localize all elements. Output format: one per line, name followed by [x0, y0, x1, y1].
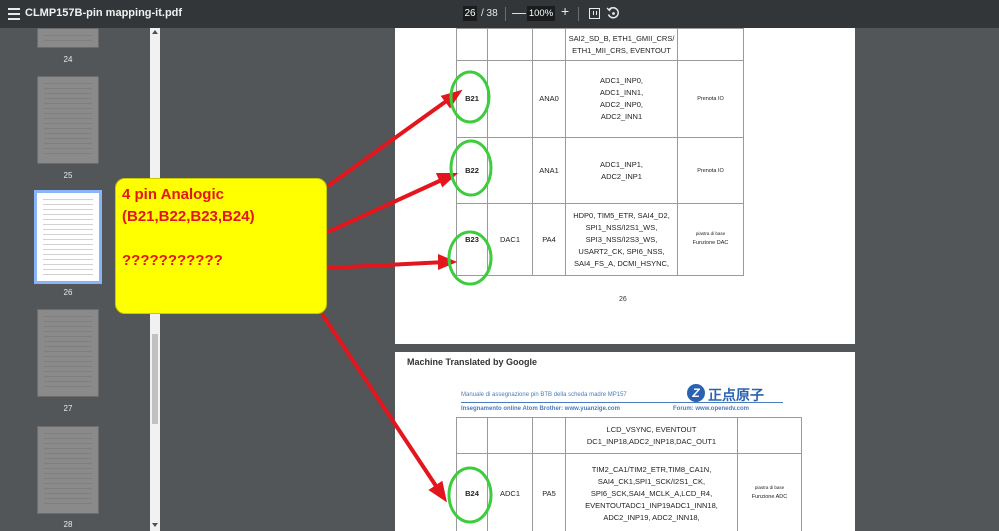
- note-cell: Prenota IO: [677, 60, 744, 138]
- signal-cell: [487, 28, 533, 61]
- note-cell: piastra di base Funzione ADC: [737, 453, 802, 531]
- port-cell: PA5: [532, 453, 566, 531]
- page-thumbnail-28[interactable]: [37, 426, 99, 514]
- note-cell: [677, 28, 744, 61]
- annotation-callout: 4 pin Analogic (B21,B22,B23,B24) ???????…: [115, 178, 327, 314]
- functions-cell: ADC1_INP0, ADC1_INN1, ADC2_INP0, ADC2_IN…: [565, 60, 678, 138]
- table-row: B24 ADC1 PA5 TIM2_CA1/TIM2_ETR,TIM8_CA1N…: [456, 453, 802, 531]
- functions-cell: SAI2_SD_B, ETH1_GMII_CRS/ ETH1_MII_CRS, …: [565, 28, 678, 61]
- functions-cell: ADC1_INP1, ADC2_INP1: [565, 137, 678, 204]
- scroll-up-arrow-icon[interactable]: [152, 30, 158, 34]
- fit-to-page-icon[interactable]: [589, 8, 600, 19]
- pin-cell: B23: [456, 203, 488, 276]
- page-thumbnail-26[interactable]: [34, 190, 102, 284]
- note-cell: [737, 417, 802, 454]
- zoom-level-input[interactable]: 100%: [527, 6, 555, 21]
- header-forum: Forum: www.openedv.com: [673, 406, 750, 412]
- functions-cell: TIM2_CA1/TIM2_ETR,TIM8_CA1N, SAI4_CK1,SP…: [565, 453, 738, 531]
- port-cell: [532, 28, 566, 61]
- signal-cell: [487, 417, 533, 454]
- port-cell: [532, 417, 566, 454]
- table-row: SAI2_SD_B, ETH1_GMII_CRS/ ETH1_MII_CRS, …: [456, 28, 744, 61]
- thumbnail-page-number: 24: [63, 55, 73, 64]
- header-manual-title: Manuale di assegnazione pin BTB della sc…: [461, 392, 627, 398]
- functions-cell: HDP0, TIM5_ETR, SAI4_D2, SPI1_NSS/I2S1_W…: [565, 203, 678, 276]
- functions-cell: LCD_VSYNC, EVENTOUT DC1_INP18,ADC2_INP18…: [565, 417, 738, 454]
- page-thumbnail-27[interactable]: [37, 309, 99, 397]
- rotate-icon[interactable]: [606, 6, 620, 20]
- total-pages-label: / 38: [481, 8, 498, 19]
- table-row: B23 DAC1 PA4 HDP0, TIM5_ETR, SAI4_D2, SP…: [456, 203, 744, 276]
- note-cell: piastra di base Funzione DAC: [677, 203, 744, 276]
- port-cell: ANA1: [532, 137, 566, 204]
- document-title: CLMP157B-pin mapping-it.pdf: [25, 7, 183, 19]
- pin-cell: [456, 417, 488, 454]
- brand-logo-icon: Z: [687, 384, 705, 402]
- signal-cell: [487, 60, 533, 138]
- page-thumbnail-25[interactable]: [37, 76, 99, 164]
- port-cell: PA4: [532, 203, 566, 276]
- hamburger-menu-icon[interactable]: [8, 8, 20, 20]
- toolbar-divider: [505, 7, 506, 21]
- pdf-page-26: SAI2_SD_B, ETH1_GMII_CRS/ ETH1_MII_CRS, …: [395, 28, 855, 344]
- table-row: LCD_VSYNC, EVENTOUT DC1_INP18,ADC2_INP18…: [456, 417, 802, 454]
- thumbnail-page-number: 28: [63, 520, 73, 529]
- scroll-down-arrow-icon[interactable]: [152, 523, 158, 527]
- viewer-toolbar: CLMP157B-pin mapping-it.pdf 26 / 38 — 10…: [0, 0, 999, 28]
- note-cell: Prenota IO: [677, 137, 744, 204]
- pin-mapping-table: SAI2_SD_B, ETH1_GMII_CRS/ ETH1_MII_CRS, …: [456, 28, 744, 276]
- callout-line-1: 4 pin Analogic: [122, 186, 224, 203]
- thumbnail-page-number: 27: [63, 404, 73, 413]
- scrollbar-thumb[interactable]: [152, 334, 158, 424]
- pin-cell: [456, 28, 488, 61]
- port-cell: ANA0: [532, 60, 566, 138]
- page-number: 26: [619, 296, 627, 303]
- pin-mapping-table: LCD_VSYNC, EVENTOUT DC1_INP18,ADC2_INP18…: [456, 417, 802, 531]
- pin-cell: B22: [456, 137, 488, 204]
- callout-line-3: ???????????: [122, 252, 223, 269]
- toolbar-divider: [578, 7, 579, 21]
- table-row: B21 ANA0 ADC1_INP0, ADC1_INN1, ADC2_INP0…: [456, 60, 744, 138]
- current-page-input[interactable]: 26: [463, 6, 477, 21]
- pdf-page-27: Machine Translated by Google Manuale di …: [395, 352, 855, 531]
- callout-line-2: (B21,B22,B23,B24): [122, 208, 255, 225]
- signal-cell: ADC1: [487, 453, 533, 531]
- machine-translated-label: Machine Translated by Google: [407, 357, 538, 367]
- zoom-out-button[interactable]: —: [512, 4, 526, 20]
- header-website: Insegnamento online Atom Brother: www.yu…: [461, 406, 620, 412]
- pin-cell: B21: [456, 60, 488, 138]
- signal-cell: DAC1: [487, 203, 533, 276]
- page-thumbnail-24[interactable]: [37, 28, 99, 48]
- pin-cell: B24: [456, 453, 488, 531]
- thumbnail-page-number: 25: [63, 171, 73, 180]
- pdf-viewer: CLMP157B-pin mapping-it.pdf 26 / 38 — 10…: [0, 0, 999, 531]
- brand-logo-text: 正点原子: [708, 388, 764, 404]
- zoom-in-button[interactable]: +: [561, 3, 569, 19]
- signal-cell: [487, 137, 533, 204]
- table-row: B22 ANA1 ADC1_INP1, ADC2_INP1 Prenota IO: [456, 137, 744, 204]
